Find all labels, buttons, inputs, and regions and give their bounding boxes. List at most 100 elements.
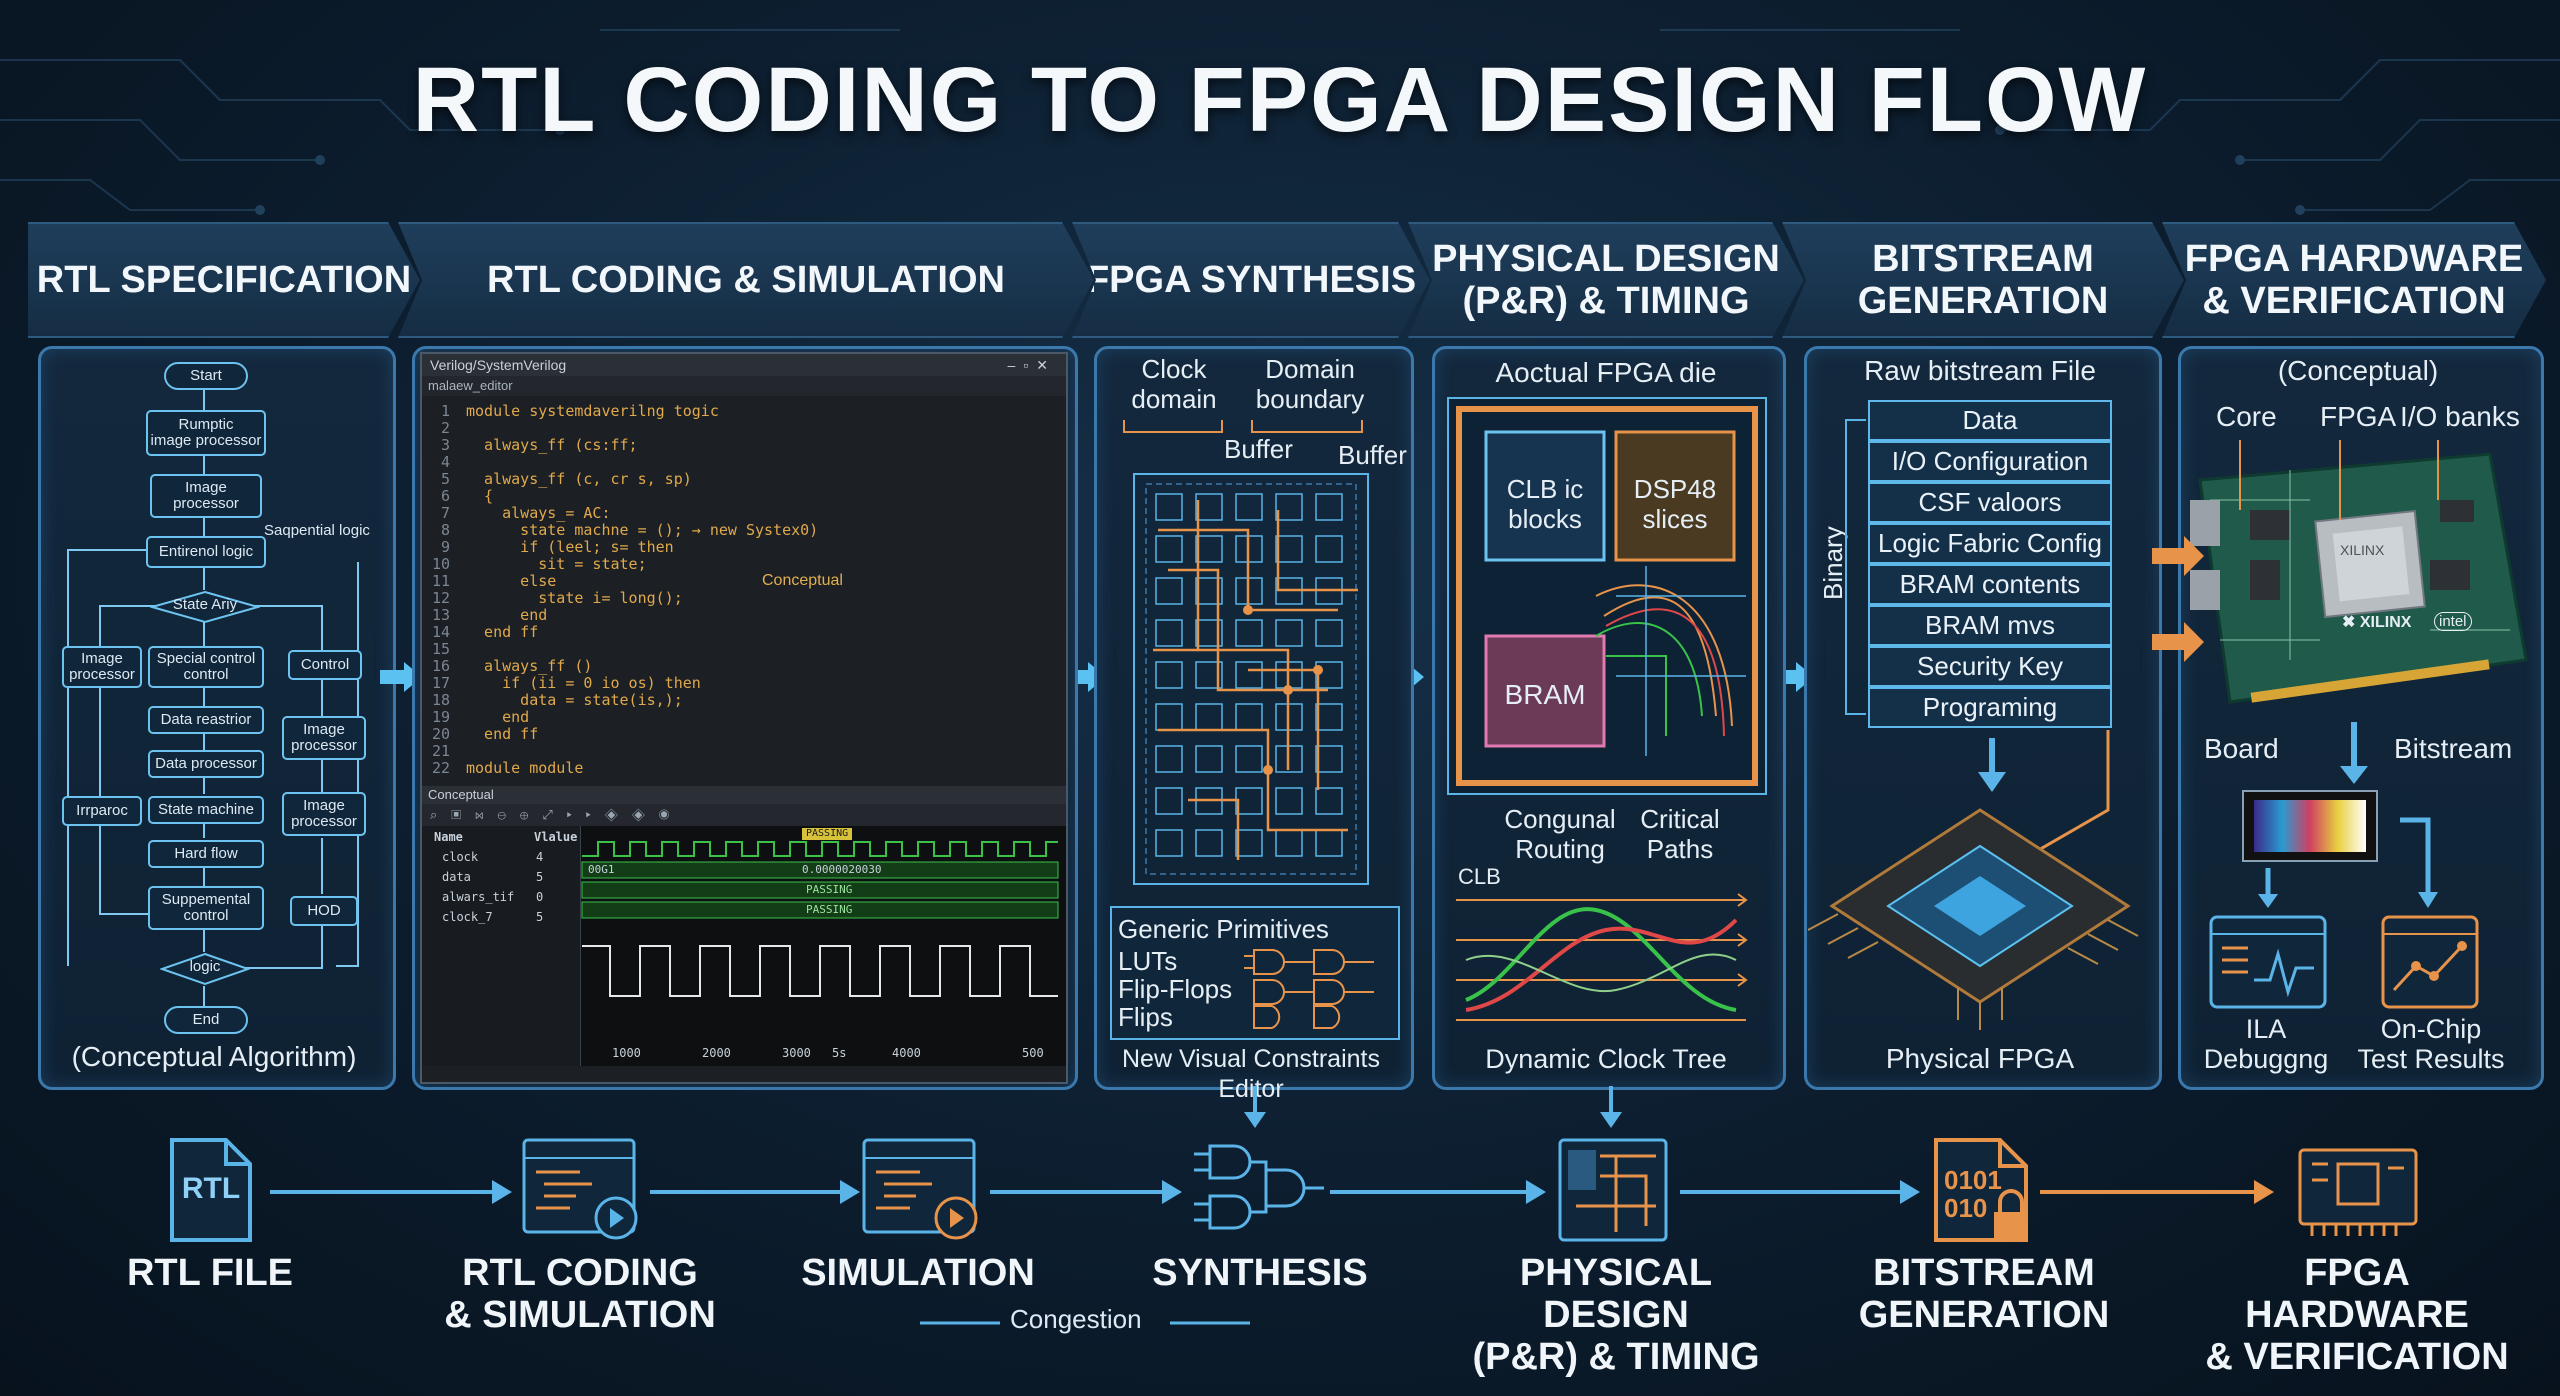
code-text: always_ff (cs:ff; (466, 436, 638, 454)
code-line[interactable]: 17 if (ii = 0 io os) then (422, 674, 701, 692)
code-text: state machne = (); → new Systex0) (466, 521, 819, 539)
bitstream-row-security: Security Key (1868, 646, 2112, 687)
ila-debugging-icon (2209, 915, 2327, 1009)
signal-value: 5 (536, 910, 544, 924)
code-area[interactable]: 1 module systemdaverilng togic 2 3 always_f… (422, 396, 1066, 786)
header-rtl-specification: RTL SPECIFICATION (28, 222, 420, 338)
line-number: 4 (440, 453, 450, 471)
code-line[interactable]: 16 always_ff () (422, 657, 593, 675)
fpga-board-icon (2298, 1148, 2418, 1236)
hardware-conceptual: (Conceptual) (2277, 355, 2439, 386)
bitstream-row-csf: CSF valoors (1868, 482, 2112, 523)
flow-node-start: Start (164, 362, 248, 390)
line-number: 18 (431, 691, 450, 709)
sim-toolbar[interactable]: ⌕▣⋈⊖⊕⤢▸▸◈◈◉ (422, 804, 1066, 826)
primitive-flip-flops: Flip-Flops (1118, 974, 1233, 1004)
flow-node-image-processor-r2: Image processor (282, 792, 366, 836)
line-number: 22 (431, 759, 450, 777)
physical-fpga-chip-icon (1808, 730, 2139, 1030)
code-line[interactable]: 13 end (422, 606, 547, 624)
code-line[interactable]: 10 sit = state; (422, 555, 647, 573)
netlist-cell (1155, 493, 1183, 521)
signal-name[interactable]: clock_7 (442, 910, 493, 924)
code-line[interactable]: 3 always_ff (cs:ff; (422, 436, 638, 454)
netlist-cell (1315, 829, 1343, 857)
netlist-cell (1275, 829, 1303, 857)
bitstream-row-logic: Logic Fabric Config (1868, 523, 2112, 564)
header-physical-design: PHYSICAL DESIGN (P&R) & TIMING (1408, 222, 1804, 338)
bottom-label-rtl-file: RTL FILE (126, 1252, 294, 1294)
flow-node-data-processor: Data processor (148, 750, 264, 778)
line-number: 16 (431, 657, 450, 675)
signal-value: 0 (536, 890, 544, 904)
critical-paths-label: Critical Paths (1640, 804, 1720, 864)
bottom-label-physical-design: PHYSICAL DESIGN (P&R) & TIMING (1472, 1252, 1760, 1378)
io-banks-label: I/O banks (2400, 401, 2520, 432)
code-line[interactable]: 8 state machne = (); → new Systex0) (422, 521, 818, 539)
signal-value: 5 (536, 870, 544, 884)
xilinx-logo: ✖ XILINX (2342, 614, 2412, 631)
flow-node-image-processor: Image processor (150, 474, 262, 518)
down-arrow-icon (1244, 1086, 1266, 1128)
code-text: data = state(is,); (466, 691, 683, 709)
code-text: end ff (466, 725, 539, 743)
code-line[interactable]: 20 end ff (422, 725, 538, 743)
flow-node-logic: logic (189, 958, 221, 975)
fpga-board-image (2190, 440, 2528, 704)
conceptual-note: Conceptual (762, 572, 843, 589)
code-text: if (ii = 0 io os) then (466, 674, 701, 692)
netlist-cell (1275, 535, 1303, 563)
code-line[interactable]: 15 (422, 640, 466, 658)
down-arrow-icon (1600, 1086, 1622, 1128)
flow-node-entirenol-logic: Entirenol logic (146, 536, 266, 568)
fpga-die-diagram (1447, 397, 1767, 795)
code-line[interactable]: 7 always_= AC: (422, 504, 611, 522)
physical-caption: Dynamic Clock Tree (1485, 1044, 1727, 1074)
signal-name[interactable]: alwars_tif (442, 890, 514, 904)
simulation-play-icon (862, 1138, 978, 1240)
header-fpga-synthesis: FPGA SYNTHESIS (1072, 222, 1430, 338)
netlist-cell (1315, 619, 1343, 647)
code-line[interactable]: 14 end ff (422, 623, 538, 641)
signal-name[interactable]: clock (442, 850, 478, 864)
editor-title: Verilog/SystemVerilog (430, 357, 567, 373)
line-number: 21 (431, 742, 450, 760)
flow-node-end: End (164, 1006, 248, 1034)
waveform-viewer[interactable]: Name Vlalue clock 4 data 5 alwars_tif 0 clock_… (422, 826, 1066, 1066)
code-line[interactable]: 9 if (leel; s= then (422, 538, 674, 556)
netlist-cell (1275, 619, 1303, 647)
line-number: 14 (431, 623, 450, 641)
bits-icon-text: 0101 010 (1944, 1165, 2002, 1223)
netlist-cell (1275, 787, 1303, 815)
code-line[interactable]: 21 (422, 742, 466, 760)
code-line[interactable]: 22 module module (422, 759, 583, 777)
code-text: always_ff (c, cr s, sp) (466, 470, 692, 488)
code-line[interactable]: 2 (422, 419, 466, 437)
code-line[interactable]: 19 end (422, 708, 529, 726)
code-play-icon (522, 1138, 638, 1240)
netlist-cell (1155, 661, 1183, 689)
netlist-cell (1315, 703, 1343, 731)
code-line[interactable]: 6 { (422, 487, 493, 505)
bitstream-row-bram-mvs: BRAM mvs (1868, 605, 2112, 646)
code-line[interactable]: 5 always_ff (c, cr s, sp) (422, 470, 692, 488)
netlist-cell (1155, 577, 1183, 605)
code-editor-window[interactable]: Verilog/SystemVerilog –▫✕ malaew_editor … (420, 352, 1068, 1084)
editor-tab[interactable]: malaew_editor (422, 376, 1066, 396)
netlist-cell (1195, 703, 1223, 731)
code-line[interactable]: 4 (422, 453, 466, 471)
domain-bracket-lines (1123, 420, 1363, 433)
netlist-cell (1315, 493, 1343, 521)
netlist-cell (1235, 703, 1263, 731)
code-line[interactable]: 11 else (422, 572, 556, 590)
line-number: 17 (431, 674, 450, 692)
bottom-label-bitstream: BITSTREAM GENERATION (1858, 1252, 2110, 1336)
code-line[interactable]: 18 data = state(is,); (422, 691, 683, 709)
window-controls-icon[interactable]: –▫✕ (1008, 354, 1056, 376)
flow-node-image-processor-left: Image processor (62, 646, 142, 688)
code-text: module systemdaverilng togic (466, 402, 719, 420)
code-line[interactable]: 12 state i= long(); (422, 589, 683, 607)
code-line[interactable]: 1 module systemdaverilng togic (422, 402, 719, 420)
signal-name[interactable]: data (442, 870, 471, 884)
rtl-file-icon-text: RTL (181, 1172, 241, 1205)
